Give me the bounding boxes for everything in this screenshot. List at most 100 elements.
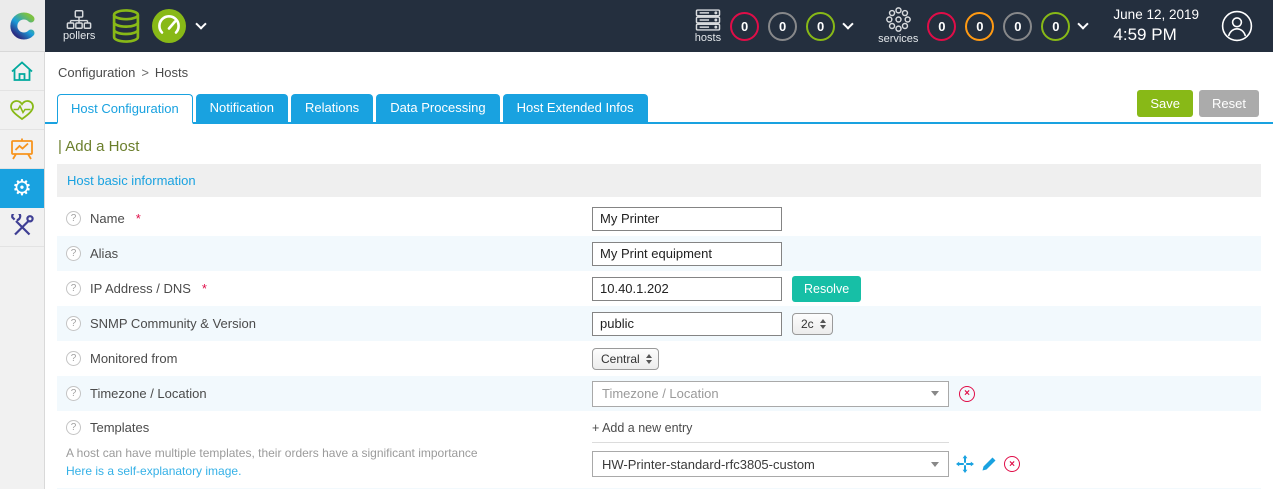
- heartbeat-icon: [10, 100, 34, 121]
- user-menu[interactable]: [1221, 10, 1253, 42]
- snmp-version-select[interactable]: 2c: [792, 312, 833, 335]
- header-bar: pollers hosts 0 0 0 services 0 0 0 0 Jun…: [45, 0, 1273, 52]
- select-arrows-icon: [819, 318, 826, 329]
- breadcrumb-item-configuration[interactable]: Configuration: [58, 65, 135, 80]
- hosts-icon: [695, 8, 721, 31]
- reset-button[interactable]: Reset: [1199, 90, 1259, 117]
- help-icon[interactable]: ?: [66, 316, 81, 331]
- hosts-unreachable-counter[interactable]: 0: [768, 11, 798, 41]
- form-row-snmp: ? SNMP Community & Version 2c: [57, 306, 1261, 341]
- tab-host-extended-infos[interactable]: Host Extended Infos: [502, 94, 648, 122]
- sidebar-item-home[interactable]: [0, 52, 44, 91]
- host-basic-information-header: Host basic information: [57, 164, 1261, 197]
- services-ok-counter[interactable]: 0: [1041, 11, 1071, 41]
- sidebar-item-monitoring[interactable]: [0, 91, 44, 130]
- chevron-down-icon: [931, 391, 939, 396]
- main-content: Configuration > Hosts Host Configuration…: [45, 52, 1273, 489]
- hosts-status-group: hosts 0 0 0: [694, 8, 854, 44]
- snmp-label: SNMP Community & Version: [90, 316, 256, 331]
- current-time: 4:59 PM: [1113, 24, 1177, 44]
- tabs-bar: Host Configuration Notification Relation…: [45, 90, 1273, 124]
- timezone-label: Timezone / Location: [90, 386, 207, 401]
- services-menu[interactable]: services: [878, 7, 918, 45]
- database-status-menu[interactable]: [111, 9, 141, 43]
- reporting-icon: [11, 138, 33, 160]
- resolve-button[interactable]: Resolve: [792, 275, 862, 302]
- centreon-c-icon: [9, 12, 34, 39]
- tools-icon: [11, 214, 34, 236]
- pollers-icon: [66, 10, 92, 29]
- timezone-clear-icon[interactable]: ×: [959, 385, 975, 402]
- template-move-icon[interactable]: [956, 455, 974, 473]
- form-row-ip: ? IP Address / DNS * Resolve: [57, 271, 1261, 306]
- tab-data-processing[interactable]: Data Processing: [376, 94, 500, 122]
- poller-chevron-down-icon[interactable]: [195, 17, 208, 30]
- help-icon[interactable]: ?: [66, 281, 81, 296]
- help-icon[interactable]: ?: [66, 246, 81, 261]
- required-marker: *: [135, 211, 141, 226]
- tab-host-configuration[interactable]: Host Configuration: [57, 94, 193, 124]
- form-row-templates: ? Templates A host can have multiple tem…: [57, 411, 1261, 488]
- pollers-label: pollers: [63, 30, 96, 42]
- hosts-up-counter[interactable]: 0: [806, 11, 836, 41]
- services-icon: [885, 7, 911, 32]
- tab-notification[interactable]: Notification: [195, 94, 288, 122]
- ip-label: IP Address / DNS: [90, 281, 191, 296]
- tab-relations[interactable]: Relations: [290, 94, 374, 122]
- help-icon[interactable]: ?: [66, 420, 81, 435]
- monitored-from-select[interactable]: Central: [592, 347, 659, 370]
- gauge-icon: [152, 9, 187, 43]
- breadcrumb-item-hosts[interactable]: Hosts: [155, 65, 188, 80]
- services-critical-counter[interactable]: 0: [927, 11, 957, 41]
- add-template-entry-link[interactable]: + Add a new entry: [592, 418, 949, 443]
- form-row-name: ? Name *: [57, 201, 1261, 236]
- alias-label: Alias: [90, 246, 119, 261]
- gear-icon: ⚙: [12, 175, 32, 200]
- template-delete-icon[interactable]: ×: [1004, 456, 1020, 472]
- form-row-timezone: ? Timezone / Location Timezone / Locatio…: [57, 376, 1261, 411]
- templates-helper-text: A host can have multiple templates, thei…: [66, 446, 478, 460]
- required-marker: *: [201, 281, 207, 296]
- timezone-select[interactable]: Timezone / Location: [592, 380, 949, 407]
- breadcrumb: Configuration > Hosts: [58, 65, 1273, 80]
- snmp-community-input[interactable]: [592, 311, 782, 336]
- form-actions: Save Reset: [1137, 90, 1259, 117]
- help-icon[interactable]: ?: [66, 386, 81, 401]
- breadcrumb-separator: >: [141, 65, 149, 80]
- monitored-from-label: Monitored from: [90, 351, 178, 366]
- sidebar-item-administration[interactable]: [0, 208, 44, 247]
- form-row-alias: ? Alias: [57, 236, 1261, 271]
- hosts-menu[interactable]: hosts: [694, 8, 722, 44]
- services-chevron-down-icon[interactable]: [1077, 17, 1090, 30]
- alias-input[interactable]: [592, 241, 782, 266]
- gauge-status-menu[interactable]: [151, 8, 187, 44]
- templates-label: Templates: [90, 420, 150, 435]
- save-button[interactable]: Save: [1137, 90, 1194, 117]
- sidebar-item-reporting[interactable]: [0, 130, 44, 169]
- hosts-chevron-down-icon[interactable]: [842, 17, 854, 30]
- services-label: services: [878, 33, 919, 45]
- sidebar-item-configuration[interactable]: ⚙: [0, 169, 44, 208]
- current-date: June 12, 2019: [1113, 6, 1199, 22]
- name-label: Name: [90, 211, 125, 226]
- templates-helper-link[interactable]: Here is a self-explanatory image.: [66, 464, 241, 478]
- host-form: ? Name * ? Alias: [57, 201, 1261, 489]
- help-icon[interactable]: ?: [66, 211, 81, 226]
- body: ⚙ Configuration > Hosts Host Configurati…: [0, 52, 1273, 489]
- centreon-app: pollers hosts 0 0 0 services 0 0 0 0 Jun…: [0, 0, 1273, 489]
- clock: June 12, 2019 4:59 PM: [1113, 7, 1199, 45]
- ip-input[interactable]: [592, 276, 782, 301]
- template-select[interactable]: HW-Printer-standard-rfc3805-custom: [592, 451, 949, 477]
- centreon-logo[interactable]: [0, 0, 45, 52]
- services-unknown-counter[interactable]: 0: [1003, 11, 1033, 41]
- name-input[interactable]: [592, 206, 782, 231]
- pollers-menu[interactable]: pollers: [63, 10, 95, 42]
- hosts-label: hosts: [694, 31, 722, 44]
- help-icon[interactable]: ?: [66, 351, 81, 366]
- home-icon: [11, 61, 33, 81]
- template-edit-icon[interactable]: [981, 456, 997, 472]
- hosts-down-counter[interactable]: 0: [730, 11, 760, 41]
- top-bar: pollers hosts 0 0 0 services 0 0 0 0 Jun…: [0, 0, 1273, 52]
- services-status-group: services 0 0 0 0: [878, 7, 1090, 45]
- services-warning-counter[interactable]: 0: [965, 11, 995, 41]
